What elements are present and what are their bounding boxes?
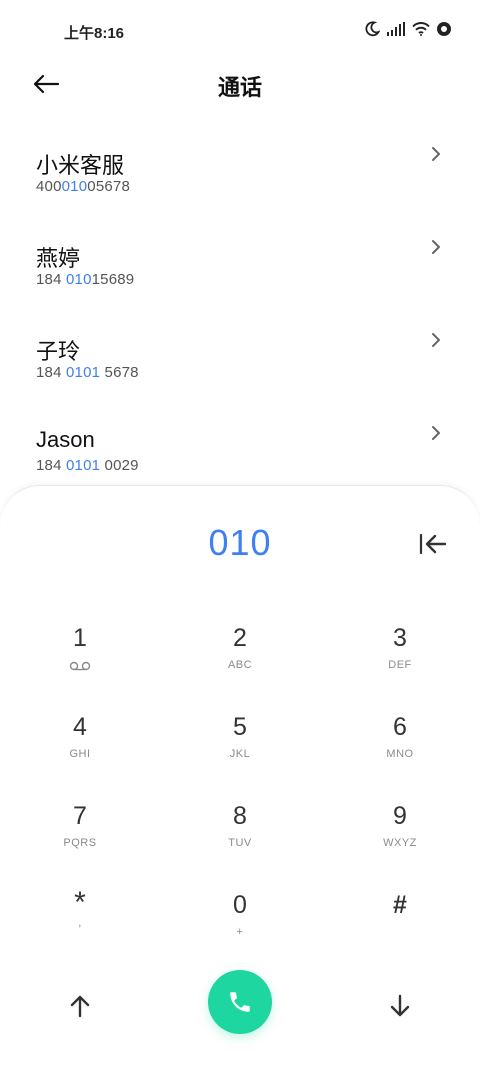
key-digit: #: [393, 891, 407, 919]
key-7[interactable]: 7 PQRS: [20, 794, 140, 874]
header: 通话: [0, 62, 480, 106]
key-digit: 5: [233, 713, 247, 741]
dialed-number-display: 010: [208, 522, 272, 563]
chevron-right-icon: [432, 147, 440, 161]
key-letters: DEF: [388, 659, 412, 671]
contact-name: 小米客服: [36, 153, 125, 178]
key-9[interactable]: 9 WXYZ: [340, 794, 460, 874]
chevron-right-icon: [432, 426, 440, 440]
key-letters: ,: [78, 917, 82, 929]
backspace-icon: [419, 533, 447, 555]
chevron-right-icon: [432, 333, 440, 347]
phone-screen: 上午8:16 通话 小米客服 40001005678 燕婷 184 010156…: [0, 0, 480, 1066]
phone-icon: [230, 992, 250, 1012]
contact-number: 184 0101 5678: [36, 364, 139, 381]
key-digit: 6: [393, 713, 407, 741]
contact-number: 184 0101 0029: [36, 457, 139, 474]
key-digit: 1: [73, 624, 87, 652]
key-4[interactable]: 4 GHI: [20, 705, 140, 785]
status-time: 上午8:16: [64, 25, 125, 42]
contact-item[interactable]: 子玲 184 0101 5678: [0, 316, 480, 409]
backspace-button[interactable]: [416, 530, 450, 558]
key-digit: 3: [393, 624, 407, 652]
number-match-highlight: 0101: [66, 364, 101, 381]
number-match-highlight: 010: [61, 178, 88, 195]
dialer-panel: 010 1 2 ABC 3 DEF 4 GHI 5 JKL 6 MNO 7 PQ…: [0, 485, 480, 1066]
signal-icon: [387, 22, 405, 36]
key-letters: TUV: [228, 837, 252, 849]
scroll-down-button[interactable]: [380, 986, 420, 1026]
key-letters: PQRS: [63, 837, 97, 849]
key-digit: 4: [73, 713, 87, 741]
voicemail-icon: [69, 661, 91, 671]
page-title: 通话: [217, 75, 262, 100]
scroll-up-button[interactable]: [60, 986, 100, 1026]
key-6[interactable]: 6 MNO: [340, 705, 460, 785]
wifi-icon: [412, 22, 430, 36]
key-letters: MNO: [386, 748, 414, 760]
key-1[interactable]: 1: [20, 616, 140, 696]
key-digit: 7: [73, 802, 87, 830]
contact-item[interactable]: 小米客服 40001005678: [0, 130, 480, 223]
dialer-bottom-bar: [0, 970, 480, 1050]
key-digit: 9: [393, 802, 407, 830]
key-3[interactable]: 3 DEF: [340, 616, 460, 696]
key-digit: 8: [233, 802, 247, 830]
chevron-right-icon: [432, 240, 440, 254]
contact-name: 燕婷: [36, 246, 81, 271]
key-5[interactable]: 5 JKL: [180, 705, 300, 785]
key-letters: ABC: [227, 659, 253, 671]
contact-item[interactable]: 燕婷 184 01015689: [0, 223, 480, 316]
number-match-highlight: 0101: [66, 457, 101, 474]
record-icon: [437, 22, 451, 36]
number-match-highlight: 010: [66, 271, 92, 288]
contact-name: 子玲: [36, 339, 81, 364]
key-hash[interactable]: #: [340, 883, 460, 963]
key-digit: 0: [233, 891, 247, 919]
contact-list: 小米客服 40001005678 燕婷 184 01015689 子玲 184 …: [0, 130, 480, 502]
key-letters: WXYZ: [383, 837, 417, 849]
key-0[interactable]: 0 +: [180, 883, 300, 963]
key-star[interactable]: * ,: [20, 883, 140, 963]
status-bar: 上午8:16: [0, 0, 480, 62]
key-digit: *: [74, 886, 86, 919]
key-letters: GHI: [69, 748, 91, 760]
contact-number: 40001005678: [36, 178, 130, 195]
key-2[interactable]: 2 ABC: [180, 616, 300, 696]
status-icons: [364, 21, 452, 37]
key-letters: +: [236, 926, 244, 938]
key-digit: 2: [233, 624, 247, 652]
contact-name: Jason: [36, 427, 95, 452]
arrow-down-icon: [390, 994, 410, 1017]
arrow-up-icon: [70, 995, 90, 1018]
moon-icon: [365, 21, 380, 37]
key-letters: JKL: [229, 748, 251, 760]
contact-number: 184 01015689: [36, 271, 135, 288]
key-8[interactable]: 8 TUV: [180, 794, 300, 874]
call-button[interactable]: [208, 970, 272, 1034]
